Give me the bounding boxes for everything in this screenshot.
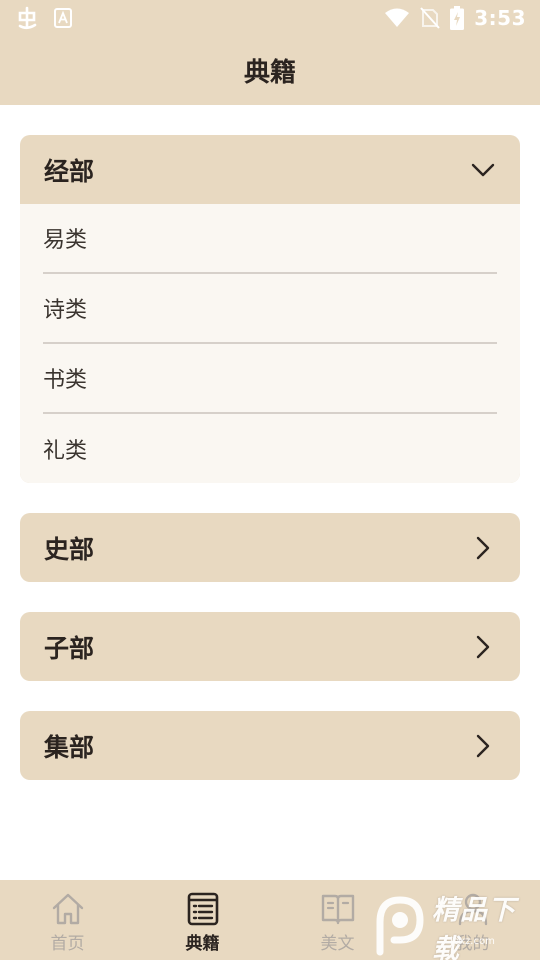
bottom-nav: 首页 典籍 美文 我的 — [0, 880, 540, 960]
section-jing: 经部 易类 诗类 书类 礼类 — [20, 135, 520, 483]
section-ji: 集部 — [20, 711, 520, 780]
nav-essays[interactable]: 美文 — [270, 880, 405, 960]
nav-home[interactable]: 首页 — [0, 880, 135, 960]
list-item[interactable]: 书类 — [43, 344, 497, 414]
app-logo-icon — [14, 5, 40, 31]
status-bar: 3:53 — [0, 0, 540, 36]
chevron-right-icon — [470, 535, 496, 561]
home-icon — [50, 891, 86, 927]
status-time: 3:53 — [474, 6, 526, 30]
open-book-icon — [320, 891, 356, 927]
battery-charging-icon — [450, 6, 465, 30]
section-shi: 史部 — [20, 513, 520, 582]
nav-label: 我的 — [455, 933, 490, 954]
list-item[interactable]: 礼类 — [43, 414, 497, 483]
nav-label: 首页 — [50, 933, 85, 954]
section-header-shi[interactable]: 史部 — [20, 513, 520, 582]
section-header-ji[interactable]: 集部 — [20, 711, 520, 780]
list-item[interactable]: 易类 — [43, 204, 497, 274]
text-a-icon — [54, 8, 72, 28]
section-zi: 子部 — [20, 612, 520, 681]
book-list-icon — [185, 891, 221, 927]
chevron-right-icon — [470, 634, 496, 660]
chevron-right-icon — [470, 733, 496, 759]
list-item[interactable]: 诗类 — [43, 274, 497, 344]
nav-label: 典籍 — [185, 933, 220, 954]
section-title: 经部 — [44, 156, 95, 186]
section-title: 史部 — [44, 534, 95, 564]
chevron-down-icon — [470, 157, 496, 183]
section-title: 子部 — [44, 633, 95, 663]
nav-classics[interactable]: 典籍 — [135, 880, 270, 960]
nav-mine[interactable]: 我的 — [405, 880, 540, 960]
title-bar: 典籍 — [0, 36, 540, 105]
nav-label: 美文 — [320, 933, 355, 954]
section-header-zi[interactable]: 子部 — [20, 612, 520, 681]
section-title: 集部 — [44, 732, 95, 762]
category-list: 经部 易类 诗类 书类 礼类 史部 子部 集部 — [20, 135, 520, 810]
no-sim-icon — [420, 7, 440, 29]
section-header-jing[interactable]: 经部 — [20, 135, 520, 204]
user-icon — [455, 891, 491, 927]
sub-category-list: 易类 诗类 书类 礼类 — [20, 204, 520, 483]
page-title: 典籍 — [243, 58, 296, 88]
wifi-icon — [384, 8, 410, 28]
